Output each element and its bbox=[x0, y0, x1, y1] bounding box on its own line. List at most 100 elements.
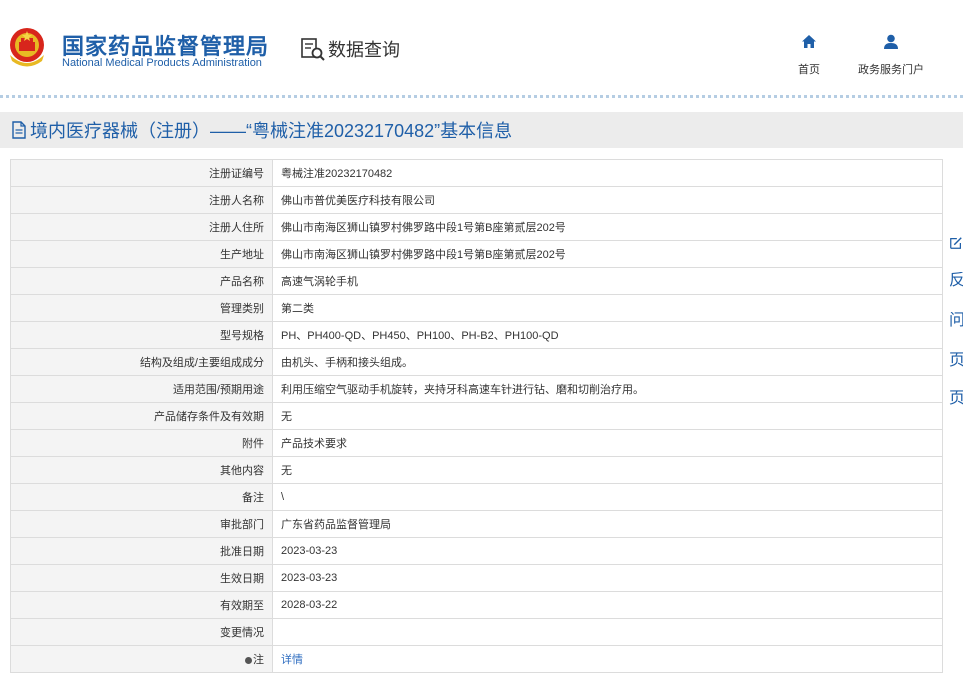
home-icon bbox=[802, 35, 816, 48]
table-row: 备注 \ bbox=[10, 483, 943, 511]
nav-home[interactable]: 首页 bbox=[790, 33, 828, 77]
row-value: 产品技术要求 bbox=[272, 429, 943, 457]
national-emblem-icon bbox=[10, 28, 44, 67]
row-label: 管理类别 bbox=[10, 294, 273, 322]
row-value-text: 2028-03-22 bbox=[281, 599, 338, 611]
table-row: 审批部门 广东省药品监督管理局 bbox=[10, 510, 943, 538]
row-label: 注册证编号 bbox=[10, 159, 273, 187]
row-label: 适用范围/预期用途 bbox=[10, 375, 273, 403]
table-row: 批准日期 2023-03-23 bbox=[10, 537, 943, 565]
row-label: 型号规格 bbox=[10, 321, 273, 349]
row-label: 有效期至 bbox=[10, 591, 273, 619]
table-row: 附件 产品技术要求 bbox=[10, 429, 943, 457]
row-value-text: 佛山市南海区狮山镇罗村佛罗路中段1号第B座第贰层202号 bbox=[281, 222, 566, 234]
nav-gov-portal-label: 政务服务门户 bbox=[858, 64, 924, 76]
table-row: 其他内容 无 bbox=[10, 456, 943, 484]
table-row: 管理类别 第二类 bbox=[10, 294, 943, 322]
side-tool-page-2[interactable]: 页 bbox=[949, 390, 963, 408]
row-value-text: 高速气涡轮手机 bbox=[281, 276, 358, 288]
details-link[interactable]: 详情 bbox=[281, 654, 303, 666]
header-divider bbox=[0, 95, 963, 98]
row-label: 审批部门 bbox=[10, 510, 273, 538]
row-label: 产品名称 bbox=[10, 267, 273, 295]
row-label-text: 注 bbox=[253, 654, 264, 666]
table-row: 型号规格 PH、PH400-QD、PH450、PH100、PH-B2、PH100-… bbox=[10, 321, 943, 349]
row-value: 佛山市普优美医疗科技有限公司 bbox=[272, 186, 943, 214]
row-value-text: \ bbox=[281, 491, 285, 503]
page-title-bar: 境内医疗器械（注册）——“粤械注准20232170482”基本信息 bbox=[0, 112, 963, 148]
document-search-icon bbox=[301, 38, 325, 61]
side-tool-page[interactable]: 页 bbox=[949, 352, 963, 370]
table-row: 生产地址 佛山市南海区狮山镇罗村佛罗路中段1号第B座第贰层202号 bbox=[10, 240, 943, 268]
row-label: 结构及组成/主要组成成分 bbox=[10, 348, 273, 376]
side-toolbar: 反 问 页 页 bbox=[946, 232, 963, 412]
row-value: 利用压缩空气驱动手机旋转，夹持牙科高速车针进行钻、磨和切削治疗用。 bbox=[272, 375, 943, 403]
row-value: 2028-03-22 bbox=[272, 591, 943, 619]
row-label-text: 型号规格 bbox=[220, 330, 264, 342]
row-value-text: 2023-03-23 bbox=[281, 545, 338, 557]
row-label: 批准日期 bbox=[10, 537, 273, 565]
table-row: 结构及组成/主要组成成分 由机头、手柄和接头组成。 bbox=[10, 348, 943, 376]
side-tool-question[interactable]: 问 bbox=[949, 312, 963, 330]
row-label: 生产地址 bbox=[10, 240, 273, 268]
row-label-text: 其他内容 bbox=[220, 465, 264, 477]
row-value: 无 bbox=[272, 456, 943, 484]
org-name-en[interactable]: National Medical Products Administration bbox=[62, 57, 262, 69]
row-value-text: 由机头、手柄和接头组成。 bbox=[281, 357, 413, 369]
row-value-text: 无 bbox=[281, 465, 292, 477]
site-header: 国家药品监督管理局 National Medical Products Admi… bbox=[0, 0, 963, 94]
table-row: 适用范围/预期用途 利用压缩空气驱动手机旋转，夹持牙科高速车针进行钻、磨和切削治疗… bbox=[10, 375, 943, 403]
row-value: 详情 bbox=[272, 645, 943, 673]
row-value-text: 2023-03-23 bbox=[281, 572, 338, 584]
row-value: 2023-03-23 bbox=[272, 537, 943, 565]
table-row: 变更情况 bbox=[10, 618, 943, 646]
table-row: 注册证编号 粤械注准20232170482 bbox=[10, 159, 943, 187]
user-icon bbox=[884, 34, 898, 49]
row-label-text: 有效期至 bbox=[220, 600, 264, 612]
device-info-table: 注册证编号 粤械注准20232170482 注册人名称 佛山市普优美医疗科技有限公司注… bbox=[10, 159, 943, 673]
row-label: 备注 bbox=[10, 483, 273, 511]
row-label: 注 bbox=[10, 645, 273, 673]
data-query-link[interactable]: 数据查询 bbox=[300, 36, 400, 62]
row-label-text: 注册证编号 bbox=[209, 168, 264, 180]
document-icon bbox=[12, 121, 26, 139]
row-value: PH、PH400-QD、PH450、PH100、PH-B2、PH100-QD bbox=[272, 321, 943, 349]
edit-icon[interactable] bbox=[949, 234, 963, 252]
nav-gov-portal[interactable]: 政务服务门户 bbox=[852, 33, 930, 77]
row-value: 2023-03-23 bbox=[272, 564, 943, 592]
row-value-text: 产品技术要求 bbox=[281, 438, 347, 450]
row-value: 佛山市南海区狮山镇罗村佛罗路中段1号第B座第贰层202号 bbox=[272, 213, 943, 241]
row-value: 广东省药品监督管理局 bbox=[272, 510, 943, 538]
row-value: 高速气涡轮手机 bbox=[272, 267, 943, 295]
row-value: 无 bbox=[272, 402, 943, 430]
table-row: 注 详情 bbox=[10, 645, 943, 673]
row-label: 生效日期 bbox=[10, 564, 273, 592]
row-value-text: 利用压缩空气驱动手机旋转，夹持牙科高速车针进行钻、磨和切削治疗用。 bbox=[281, 384, 644, 396]
row-label: 其他内容 bbox=[10, 456, 273, 484]
row-label-text: 注册人住所 bbox=[209, 222, 264, 234]
table-row: 产品储存条件及有效期 无 bbox=[10, 402, 943, 430]
row-value-text: 广东省药品监督管理局 bbox=[281, 519, 391, 531]
row-label: 产品储存条件及有效期 bbox=[10, 402, 273, 430]
row-label: 注册人住所 bbox=[10, 213, 273, 241]
row-value-text: 佛山市普优美医疗科技有限公司 bbox=[281, 195, 435, 207]
table-row: 注册人住所 佛山市南海区狮山镇罗村佛罗路中段1号第B座第贰层202号 bbox=[10, 213, 943, 241]
side-tool-feedback[interactable]: 反 bbox=[949, 272, 963, 290]
row-label-text: 生效日期 bbox=[220, 573, 264, 585]
row-label-text: 注册人名称 bbox=[209, 195, 264, 207]
row-label-text: 审批部门 bbox=[220, 519, 264, 531]
row-value: 粤械注准20232170482 bbox=[272, 159, 943, 187]
row-value: 佛山市南海区狮山镇罗村佛罗路中段1号第B座第贰层202号 bbox=[272, 240, 943, 268]
row-label: 附件 bbox=[10, 429, 273, 457]
row-label-text: 批准日期 bbox=[220, 546, 264, 558]
row-value: 第二类 bbox=[272, 294, 943, 322]
table-row: 产品名称 高速气涡轮手机 bbox=[10, 267, 943, 295]
table-row: 注册人名称 佛山市普优美医疗科技有限公司 bbox=[10, 186, 943, 214]
row-value: \ bbox=[272, 483, 943, 511]
nav-home-label: 首页 bbox=[798, 64, 820, 76]
row-label: 注册人名称 bbox=[10, 186, 273, 214]
row-label-text: 变更情况 bbox=[220, 627, 264, 639]
row-value bbox=[272, 618, 943, 646]
row-label-text: 生产地址 bbox=[220, 249, 264, 261]
table-row: 生效日期 2023-03-23 bbox=[10, 564, 943, 592]
